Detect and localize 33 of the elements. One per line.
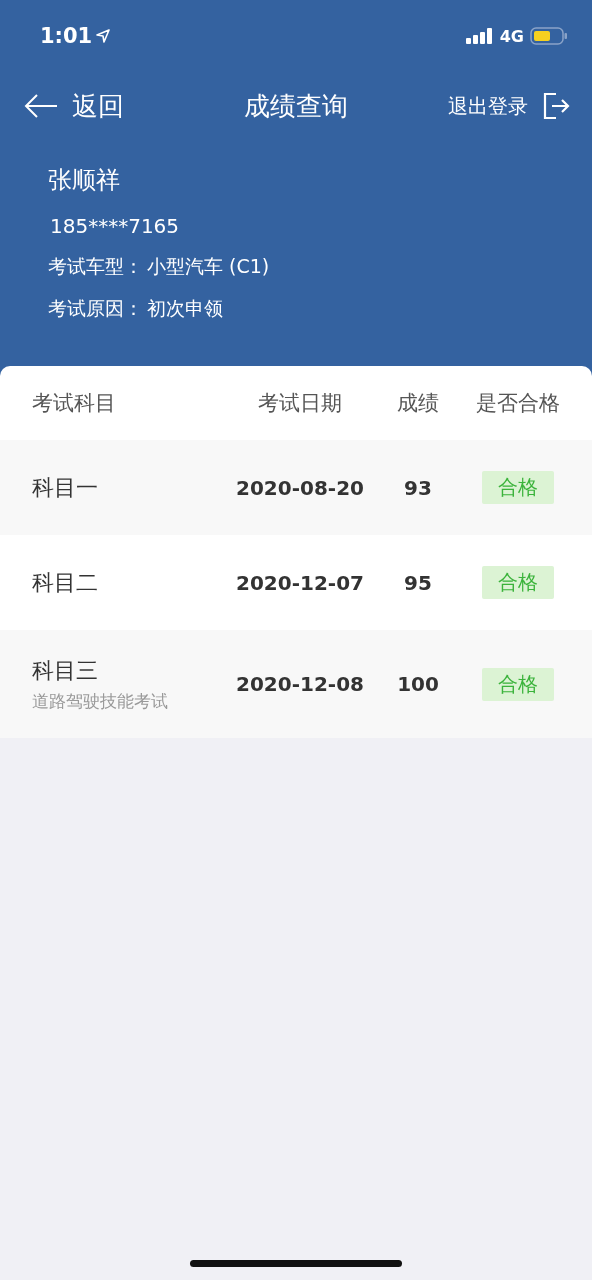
page-title: 成绩查询 — [244, 89, 348, 123]
subject-name: 科目三 — [32, 656, 99, 685]
column-header: 成绩 — [397, 390, 439, 417]
exam-score: 93 — [404, 475, 432, 500]
network-label: 4G — [499, 26, 524, 46]
exam-score: 95 — [404, 570, 432, 595]
exam-score: 100 — [397, 672, 439, 696]
pass-badge: 合格 — [482, 667, 554, 701]
logout-button[interactable]: 退出登录 — [448, 92, 570, 120]
exam-date: 2020-12-07 — [236, 570, 364, 595]
back-arrow-icon — [24, 94, 58, 118]
pass-badge: 合格 — [482, 566, 554, 599]
exam-date: 2020-12-08 — [236, 672, 364, 696]
column-header: 考试科目 — [32, 390, 117, 417]
user-name: 张顺祥 — [48, 165, 121, 196]
back-button[interactable]: 返回 — [24, 88, 124, 124]
field-label: 考试原因： — [48, 296, 143, 321]
logout-icon — [542, 92, 570, 120]
battery-icon — [530, 26, 568, 46]
exam-date: 2020-08-20 — [236, 475, 364, 500]
field-value: 小型汽车 (C1) — [147, 254, 270, 279]
field-label: 考试车型： — [48, 254, 143, 279]
pass-badge: 合格 — [482, 471, 554, 504]
column-header: 是否合格 — [476, 390, 560, 417]
phone-number: 185****7165 — [49, 214, 181, 238]
subject-name: 科目一 — [32, 473, 99, 502]
subject-note: 道路驾驶技能考试 — [32, 689, 169, 713]
subject-name: 科目二 — [32, 568, 99, 597]
signal-icon — [465, 28, 494, 44]
location-arrow-icon — [96, 29, 111, 43]
column-header: 考试日期 — [258, 390, 342, 417]
status-time: 1:01 — [40, 24, 93, 48]
field-value: 初次申领 — [147, 296, 223, 321]
